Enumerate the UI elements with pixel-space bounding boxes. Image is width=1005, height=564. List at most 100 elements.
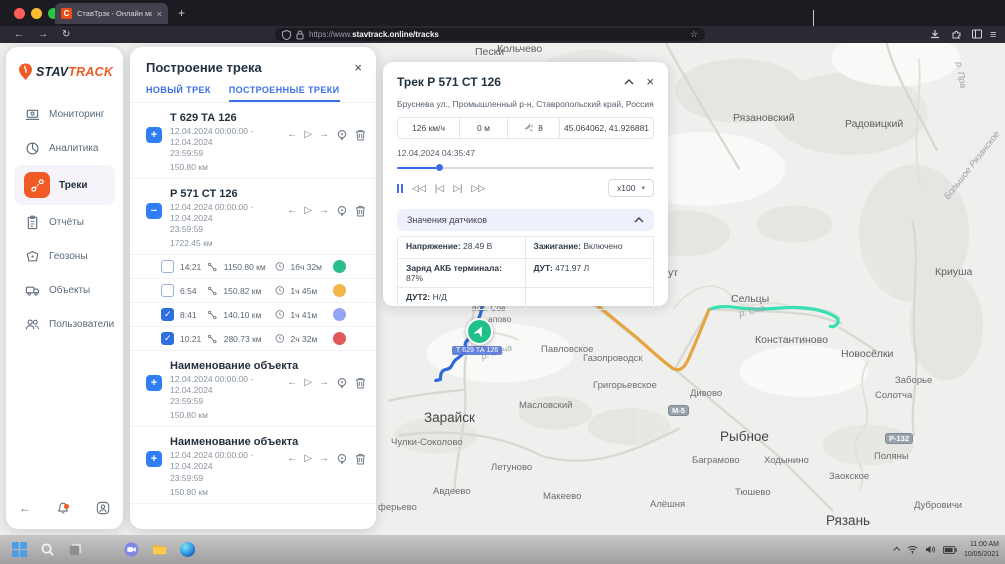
rewind-button[interactable]: ◁◁ — [412, 184, 426, 193]
shield-icon[interactable] — [282, 30, 291, 40]
profile-button[interactable] — [96, 501, 110, 515]
next-track-button[interactable]: → — [319, 454, 329, 464]
collapse-track-button[interactable]: − — [146, 203, 162, 219]
prev-track-button[interactable]: ← — [287, 378, 297, 388]
play-track-button[interactable]: ▷ — [304, 130, 312, 140]
delete-track-icon[interactable] — [355, 129, 366, 141]
segment-checkbox[interactable] — [161, 260, 174, 273]
edge-browser-icon[interactable] — [179, 541, 196, 558]
sidebar-item-reports[interactable]: Отчёты — [14, 205, 115, 239]
teams-chat-icon[interactable] — [123, 541, 140, 558]
sidebar-item-analytics[interactable]: Аналитика — [14, 131, 115, 165]
tab-close-icon[interactable]: × — [157, 9, 162, 19]
detail-close-icon[interactable]: × — [646, 74, 654, 89]
vehicle-marker[interactable] — [466, 318, 493, 345]
hidden-icons-chevron[interactable] — [893, 547, 900, 554]
collapse-panel-icon[interactable] — [624, 79, 634, 85]
panel-close-icon[interactable]: × — [354, 60, 362, 75]
map-label: Баграмово — [692, 455, 740, 466]
vehicle-track-label[interactable]: Т 629 ТА 126 — [452, 346, 502, 355]
sidebar-nav: Мониторинг Аналитика Треки Отчёты Геозон… — [14, 97, 115, 341]
sidebar-item-monitoring[interactable]: Мониторинг — [14, 97, 115, 131]
play-track-button[interactable]: ▷ — [304, 378, 312, 388]
sidebar-item-geozones[interactable]: Геозоны — [14, 239, 115, 273]
browser-tab[interactable]: С СтавТрэк - Онлайн мониторинг × — [55, 3, 168, 24]
extensions-icon[interactable] — [952, 29, 962, 39]
new-tab-button[interactable]: + — [178, 6, 185, 20]
prev-track-button[interactable]: ← — [287, 130, 297, 140]
map-label: Криуша — [935, 266, 972, 278]
step-forward-button[interactable]: ▷| — [453, 184, 462, 193]
file-explorer-icon[interactable] — [151, 541, 168, 558]
step-back-button[interactable]: |◁ — [435, 184, 444, 193]
prev-track-button[interactable]: ← — [287, 454, 297, 464]
back-button[interactable]: ← — [14, 29, 24, 40]
expand-track-button[interactable]: + — [146, 375, 162, 391]
tab-new-track[interactable]: НОВЫЙ ТРЕК — [146, 85, 211, 102]
segment-checkbox[interactable] — [161, 284, 174, 297]
locate-track-icon[interactable] — [336, 205, 348, 217]
map-label: Газопроводск — [583, 353, 643, 364]
speed-multiplier-select[interactable]: x100▾ — [608, 179, 654, 197]
track-list-item[interactable]: + Т 629 ТА 126 12.04.2024 00:00:00 - 12.… — [130, 102, 376, 178]
expand-track-button[interactable]: + — [146, 127, 162, 143]
collapse-sidebar-button[interactable]: ← — [19, 501, 31, 515]
segment-distance: 1150.80 км — [224, 262, 269, 272]
collapse-sensors-icon[interactable] — [634, 217, 644, 223]
locate-track-icon[interactable] — [336, 453, 348, 465]
segment-checkbox[interactable] — [161, 308, 174, 321]
slider-handle[interactable] — [436, 164, 443, 171]
menu-icon[interactable]: ≡ — [990, 29, 996, 41]
fast-forward-button[interactable]: ▷▷ — [471, 184, 485, 193]
segment-row[interactable]: 8:41 140.10 км 1ч 41м — [130, 302, 376, 326]
pause-button[interactable] — [397, 184, 403, 193]
url-bar[interactable]: https://www.stavtrack.online/tracks ☆ — [275, 28, 705, 41]
battery-icon[interactable] — [943, 546, 957, 554]
delete-track-icon[interactable] — [355, 205, 366, 217]
start-button[interactable] — [11, 541, 28, 558]
downloads-icon[interactable] — [930, 29, 940, 39]
play-track-button[interactable]: ▷ — [304, 454, 312, 464]
delete-track-icon[interactable] — [355, 453, 366, 465]
sidebar-item-objects[interactable]: Объекты — [14, 273, 115, 307]
map-label: Радовицкий — [845, 118, 903, 130]
segment-checkbox[interactable] — [161, 332, 174, 345]
bookmark-star-icon[interactable]: ☆ — [690, 29, 698, 40]
segment-row[interactable]: 14:21 1150.80 км 16ч 32м — [130, 254, 376, 278]
next-track-button[interactable]: → — [319, 206, 329, 216]
track-list-item[interactable]: − Р 571 СТ 126 12.04.2024 00:00:00 - 12.… — [130, 178, 376, 254]
sidebar-item-users[interactable]: Пользователи — [14, 307, 115, 341]
wifi-icon[interactable] — [907, 545, 918, 554]
segment-row[interactable]: 10:21 280.73 км 2ч 32м — [130, 326, 376, 350]
notifications-bell-button[interactable] — [56, 501, 70, 515]
sidebar-item-tracks[interactable]: Треки — [14, 165, 115, 205]
prev-track-button[interactable]: ← — [287, 206, 297, 216]
tab-built-tracks[interactable]: ПОСТРОЕННЫЕ ТРЕКИ — [229, 85, 340, 102]
window-minimize-button[interactable] — [31, 8, 42, 19]
next-track-button[interactable]: → — [319, 130, 329, 140]
sensors-accordion-header[interactable]: Значения датчиков — [397, 209, 654, 231]
segment-row[interactable]: 6:54 150.82 км 1ч 45м — [130, 278, 376, 302]
forward-button[interactable]: → — [38, 29, 48, 40]
night-mode-icon[interactable] — [95, 541, 112, 558]
track-list-item[interactable]: + Наименование объекта 12.04.2024 00:00:… — [130, 350, 376, 426]
window-close-button[interactable] — [14, 8, 25, 19]
volume-icon[interactable] — [925, 545, 936, 554]
sensor-cell: Заряд АКБ терминала: 87% — [398, 259, 526, 287]
expand-track-button[interactable]: + — [146, 451, 162, 467]
play-track-button[interactable]: ▷ — [304, 206, 312, 216]
task-view-icon[interactable] — [67, 541, 84, 558]
taskbar-clock[interactable]: 11:00 AM 10/05/2021 — [964, 540, 999, 559]
search-icon[interactable] — [39, 541, 56, 558]
next-track-button[interactable]: → — [319, 378, 329, 388]
sensor-cell: Зажигание: Включено — [526, 237, 654, 258]
playback-slider[interactable] — [397, 164, 654, 171]
reload-button[interactable]: ↻ — [62, 29, 70, 40]
track-list-item[interactable]: + Наименование объекта 12.04.2024 00:00:… — [130, 426, 376, 502]
locate-track-icon[interactable] — [336, 129, 348, 141]
sidebar-toggle-icon[interactable] — [972, 29, 982, 39]
delete-track-icon[interactable] — [355, 377, 366, 389]
map-label: Рязановский — [733, 112, 795, 124]
sensors-table: Напряжение: 28.49 В Зажигание: Включено … — [397, 236, 654, 310]
locate-track-icon[interactable] — [336, 377, 348, 389]
